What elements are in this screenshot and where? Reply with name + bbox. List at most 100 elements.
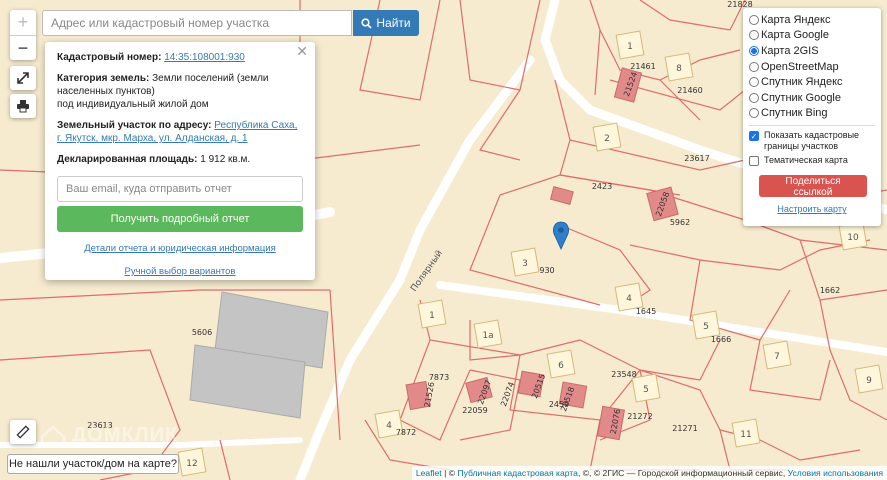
layer-option[interactable]: Карта 2GIS [749, 43, 875, 59]
thematic-label: Тематическая карта [764, 155, 848, 166]
plot-number: 10 [847, 233, 859, 243]
layer-switcher: Карта Яндекс Карта Google Карта 2GIS OpenSt… [743, 8, 881, 226]
report-details-link[interactable]: Детали отчета и юридическая информация [84, 243, 276, 254]
plot-number: 1а [482, 331, 493, 341]
area-value: 1 912 кв.м. [200, 154, 251, 165]
thematic-option[interactable]: Тематическая карта [749, 155, 875, 167]
cadastral-label: 23617 [684, 154, 709, 163]
area-label: Декларированная площадь: [57, 154, 198, 165]
leaflet-link[interactable]: Leaflet [416, 468, 442, 478]
address-row: Земельный участок по адресу: Республика … [57, 119, 303, 145]
layer-option[interactable]: Спутник Bing [749, 106, 875, 122]
watermark-text: ДОМКЛИК [72, 424, 179, 446]
house-logo-icon [40, 424, 66, 446]
layer-option-label: Спутник Google [761, 91, 841, 104]
cadastral-label: 21272 [627, 412, 652, 421]
basemap-options: Карта Яндекс Карта Google Карта 2GIS OpenSt… [749, 12, 875, 121]
layer-option-label: Спутник Bing [761, 107, 828, 120]
layer-option-label: Спутник Яндекс [761, 76, 843, 89]
share-link-button[interactable]: Поделиться ссылкой [759, 175, 867, 198]
cadastral-label: 7873 [429, 373, 449, 382]
category-row: Категория земель: Земли поселений (земли… [57, 72, 303, 111]
close-icon[interactable]: ✕ [296, 44, 308, 58]
print-button[interactable] [10, 94, 36, 118]
expand-icon [17, 72, 29, 84]
terms-link[interactable]: Условия использования [788, 468, 883, 478]
cadastral-label: 21460 [677, 86, 702, 95]
cad-number-link[interactable]: 14:35:108001:930 [164, 52, 245, 63]
map-attribution: Leaflet | © Публичная кадастровая карта,… [411, 466, 887, 480]
layer-option[interactable]: OpenStreetMap [749, 59, 875, 75]
cadastral-label: 1645 [636, 307, 656, 316]
plot-number: 3 [522, 259, 528, 269]
plot-number: 2 [604, 134, 610, 144]
radio-icon[interactable] [749, 14, 759, 25]
attribution-text: , ©, © 2ГИС — Городской информационный с… [577, 468, 788, 478]
get-report-button[interactable]: Получить подробный отчет [57, 206, 303, 232]
plot-number: 11 [740, 430, 751, 440]
radio-icon[interactable] [749, 61, 759, 72]
plot-number: 5 [703, 322, 709, 332]
layer-option-label: Карта Яндекс [761, 13, 831, 26]
plot-number: 4 [626, 294, 632, 304]
layer-option[interactable]: Спутник Google [749, 90, 875, 106]
parcel-info-popup: ✕ Кадастровый номер: 14:35:108001:930 Ка… [45, 42, 315, 280]
search-button-label: Найти [376, 16, 411, 30]
plot-number: 6 [558, 361, 564, 371]
cad-number-row: Кадастровый номер: 14:35:108001:930 [57, 51, 303, 64]
cadastral-label: 5606 [192, 328, 212, 337]
radio-icon[interactable] [749, 30, 759, 41]
fullscreen-button[interactable] [10, 66, 36, 90]
layer-option[interactable]: Карта Google [749, 28, 875, 44]
measure-button[interactable] [10, 420, 36, 444]
plot-number: 4 [386, 421, 392, 431]
plot-number: 8 [676, 64, 682, 74]
layer-option-label: Карта Google [761, 29, 829, 42]
zoom-out-button[interactable]: − [10, 35, 36, 60]
search-input[interactable] [42, 10, 352, 36]
cadastral-label: 2423 [592, 182, 612, 191]
category-label: Категория земель: [57, 73, 150, 84]
cadastral-label: 1666 [711, 335, 731, 344]
cadastral-label: 21271 [672, 424, 697, 433]
attribution-sep: | © [441, 468, 458, 478]
cad-number-label: Кадастровый номер: [57, 52, 162, 63]
plot-number: 7 [774, 352, 780, 362]
radio-icon[interactable] [749, 45, 759, 56]
manual-choice-link[interactable]: Ручной выбор вариантов [125, 266, 236, 277]
layer-option[interactable]: Карта Яндекс [749, 12, 875, 28]
cadastral-label: 22059 [462, 406, 487, 415]
layer-option[interactable]: Спутник Яндекс [749, 74, 875, 90]
area-row: Декларированная площадь: 1 912 кв.м. [57, 153, 303, 166]
show-cadastral-option[interactable]: ✓ Показать кадастровые границы участков [749, 130, 875, 152]
email-field[interactable] [57, 176, 303, 202]
pkk-link[interactable]: Публичная кадастровая карта [457, 468, 578, 478]
zoom-control: + − [10, 10, 36, 60]
radio-icon[interactable] [749, 92, 759, 103]
cadastral-label: 21461 [630, 62, 655, 71]
cadastral-label: 7872 [396, 428, 416, 437]
checkbox-icon[interactable] [749, 156, 759, 167]
search-bar: Найти [42, 10, 419, 36]
search-icon [361, 17, 373, 29]
plot-number: 9 [866, 376, 872, 386]
cadastral-label: 930 [539, 266, 554, 275]
radio-icon[interactable] [749, 108, 759, 119]
address-label: Земельный участок по адресу: [57, 120, 212, 131]
cadastral-label: 23548 [611, 370, 636, 379]
plot-number: 1 [429, 311, 435, 321]
domclick-watermark: ДОМКЛИК [40, 424, 178, 447]
show-cadastral-label: Показать кадастровые границы участков [764, 130, 860, 152]
divider [749, 125, 875, 127]
ruler-icon [16, 425, 30, 439]
radio-icon[interactable] [749, 77, 759, 88]
cadastral-label: 1662 [820, 286, 840, 295]
plot-number: 12 [186, 459, 197, 469]
search-button[interactable]: Найти [353, 10, 419, 36]
plot-number: 1 [627, 42, 633, 52]
cadastral-label: 5962 [670, 218, 690, 227]
setup-map-link[interactable]: Настроить карту [749, 204, 875, 214]
checkbox-checked-icon[interactable]: ✓ [749, 131, 759, 142]
not-found-button[interactable]: Не нашли участок/дом на карте? [7, 454, 179, 474]
zoom-in-button[interactable]: + [10, 10, 36, 35]
